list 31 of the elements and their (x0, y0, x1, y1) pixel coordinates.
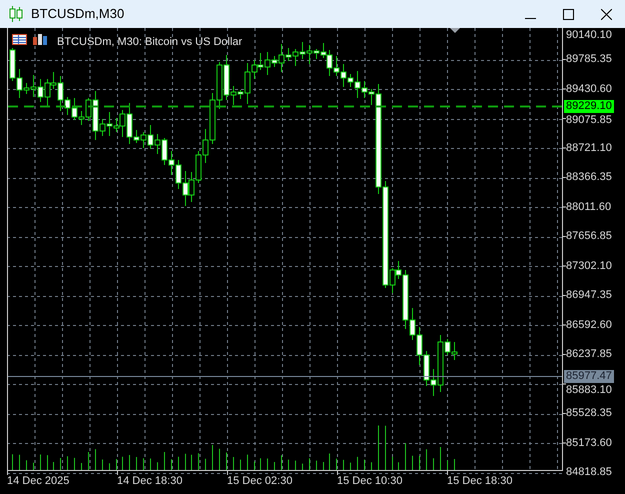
last-price-tag: 85977.47 (564, 370, 614, 382)
price-axis-label: 88011.60 (566, 200, 612, 214)
time-axis-label: 14 Dec 18:30 (117, 474, 182, 489)
price-axis-label: 90140.10 (566, 29, 612, 42)
price-axis-label: 89075.85 (566, 114, 612, 126)
close-icon (600, 8, 612, 20)
time-axis-label: 15 Dec 10:30 (337, 474, 402, 489)
price-axis-label: 88721.10 (566, 142, 612, 154)
price-axis-label: 86592.60 (566, 318, 612, 332)
price-axis-label: 86237.85 (566, 348, 612, 361)
chart-symbol-label: BTCUSDm, M30: Bitcoin vs US Dollar (57, 35, 242, 50)
price-axis-label: 88366.35 (566, 171, 612, 184)
price-axis-label: 87656.85 (566, 230, 612, 243)
minimize-icon (524, 18, 536, 19)
price-axis-label: 85883.10 (566, 384, 612, 396)
maximize-icon (562, 8, 574, 20)
price-axis-label: 85528.35 (566, 407, 612, 420)
table-icon (12, 34, 27, 45)
time-axis-label: 15 Dec 18:30 (447, 474, 512, 489)
price-axis-label: 85173.60 (566, 436, 612, 450)
time-axis-label: 14 Dec 2025 (7, 474, 70, 489)
price-axis-label: 89430.60 (566, 82, 612, 96)
bar-chart-icon (33, 34, 47, 45)
bid-price-tag: 89229.10 (564, 100, 614, 112)
price-axis-label: 84818.85 (566, 466, 612, 479)
window-title: BTCUSDm,M30 (31, 5, 124, 24)
price-axis-label: 87302.10 (566, 260, 612, 272)
time-axis-label: 15 Dec 02:30 (227, 474, 292, 489)
candlestick-icon (9, 6, 23, 22)
price-axis-label: 89785.35 (566, 53, 612, 66)
price-axis-label: 86947.35 (566, 289, 612, 302)
